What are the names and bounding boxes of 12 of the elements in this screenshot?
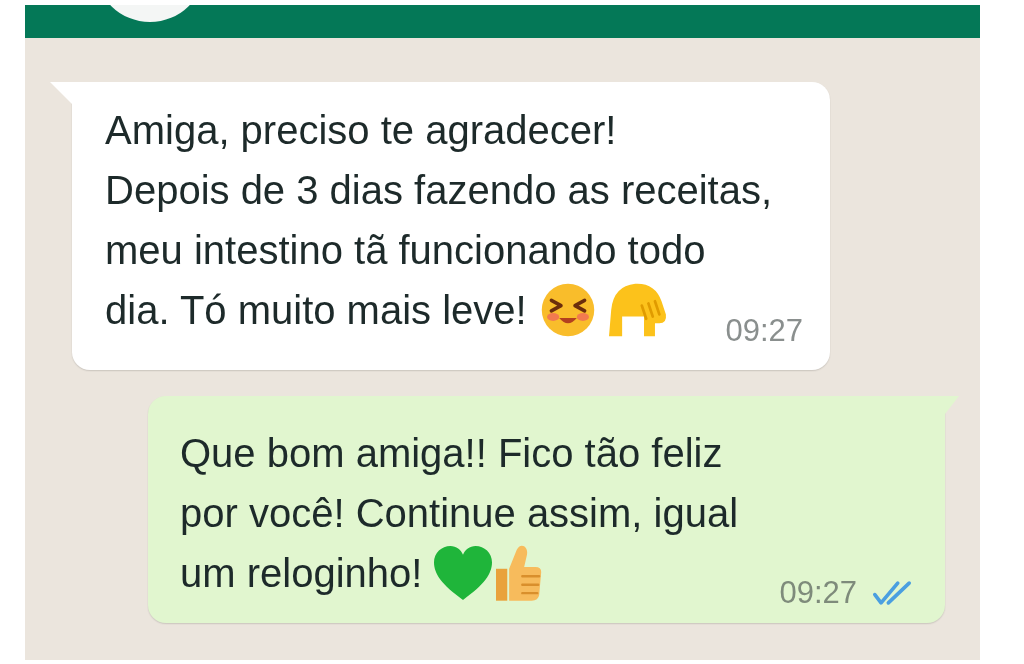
- message-text: Que bom amiga!! Fico tão feliz: [180, 430, 723, 477]
- message-text: Amiga, preciso te agradecer!: [105, 107, 617, 154]
- thumbs-up-icon: [496, 545, 543, 601]
- message-text: Depois de 3 dias fazendo as receitas,: [105, 167, 773, 214]
- heart-icon: [434, 545, 493, 601]
- message-text: por você! Continue assim, igual: [180, 490, 739, 537]
- message-text: dia. Tó muito mais leve!: [105, 287, 527, 334]
- hand-icon: [608, 282, 667, 338]
- message-text: um reloginho!: [180, 550, 423, 597]
- message-time: 09:27: [725, 314, 803, 348]
- message-text: meu intestino tã funcionando todo: [105, 227, 706, 274]
- message-time: 09:27: [779, 576, 857, 610]
